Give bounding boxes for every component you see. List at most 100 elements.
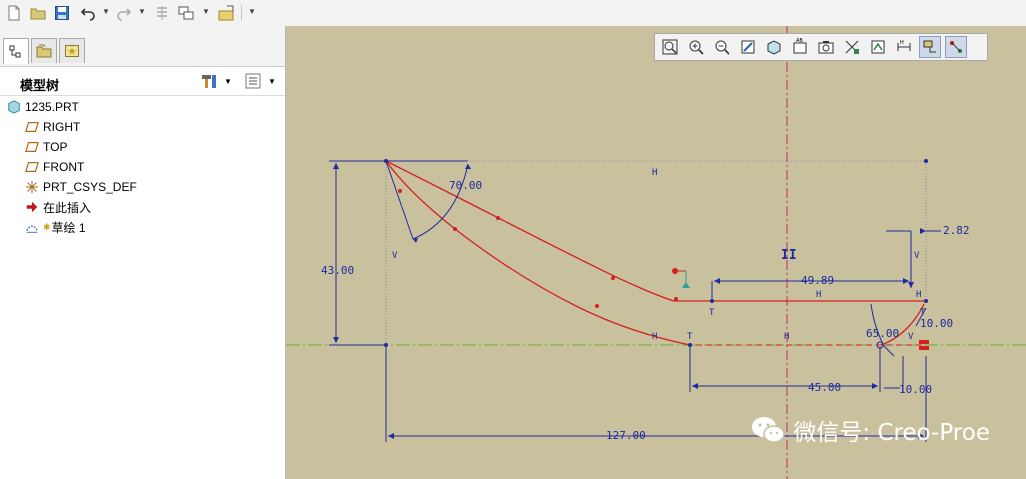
arrow <box>388 433 394 439</box>
tree-item-label: 草绘 1 <box>51 220 86 235</box>
redo-icon[interactable] <box>114 3 134 23</box>
tree-item-label: 1235.PRT <box>25 100 79 114</box>
vertex-display-icon[interactable] <box>945 36 967 58</box>
dimension-70[interactable]: 70.00 <box>449 179 482 192</box>
spline-point <box>611 276 615 280</box>
saved-orientations-icon[interactable]: AB <box>789 36 811 58</box>
tree-item-label: 在此插入 <box>43 200 92 215</box>
datum-display-icon[interactable] <box>841 36 863 58</box>
tab-folder-browser[interactable] <box>31 38 57 63</box>
dimension-49.89[interactable]: 49.89 <box>801 274 834 287</box>
view-manager-icon[interactable] <box>815 36 837 58</box>
arrow <box>333 337 339 343</box>
constraint-tangent: T <box>709 308 715 318</box>
display-style-icon[interactable] <box>763 36 785 58</box>
tree-item-front[interactable]: FRONT <box>24 158 84 176</box>
dimension-10-radius[interactable]: 10.00 <box>920 317 953 330</box>
tab-model-tree[interactable] <box>3 38 29 64</box>
datum-plane-icon <box>24 139 40 155</box>
dimension-65[interactable]: 65.00 <box>866 327 899 340</box>
spline-point <box>453 227 457 231</box>
arrow <box>908 282 914 288</box>
dimension-43[interactable]: 43.00 <box>321 264 354 277</box>
constraint-vertical: V <box>392 251 398 261</box>
constraint-horizontal: H <box>652 332 657 342</box>
chevron-down-icon: ▼ <box>224 76 232 86</box>
constraint-tangent: T <box>687 332 693 342</box>
customize-toolbar-icon[interactable]: ▼ <box>248 8 256 16</box>
folder-browser-icon <box>36 44 52 58</box>
undo-dropdown-icon[interactable]: ▼ <box>102 8 110 16</box>
svg-text:AB: AB <box>796 38 803 44</box>
tree-item-top[interactable]: TOP <box>24 138 67 156</box>
tree-item-sketch[interactable]: ✱ 草绘 1 <box>24 218 86 236</box>
spline-point <box>496 216 500 220</box>
windows-dropdown-icon[interactable]: ▼ <box>202 8 210 16</box>
dimension-10-small[interactable]: 10.00 <box>899 383 932 396</box>
vertex-point <box>384 343 388 347</box>
arrow <box>333 163 339 169</box>
constraint-horizontal: H <box>916 290 921 300</box>
navigator-panel: 模型树 ▼ ▼ 1235.PRT RIGHT TOP FRONT PRT_CSY… <box>0 26 286 479</box>
dimension-127[interactable]: 127.00 <box>606 429 646 442</box>
model-tree-header: 模型树 ▼ ▼ <box>0 67 285 96</box>
open-folder-icon[interactable] <box>28 3 48 23</box>
tree-item-part[interactable]: 1235.PRT <box>6 98 79 116</box>
sketch-view-icon[interactable] <box>867 36 889 58</box>
zoom-in-icon[interactable] <box>685 36 707 58</box>
graphics-area[interactable]: 70.00 43.00 2.82 49.89 65.00 10.00 45.00… <box>286 26 1026 479</box>
model-tree-title: 模型树 <box>20 78 60 93</box>
vertex-point <box>384 159 388 163</box>
angle-arc-70 <box>412 163 469 240</box>
undo-icon[interactable] <box>78 3 98 23</box>
sketch-icon <box>24 219 40 235</box>
vertex-point <box>924 299 928 303</box>
dimension-45[interactable]: 45.00 <box>808 381 841 394</box>
datum-plane-icon <box>24 119 40 135</box>
dimension-display-icon[interactable]: H <box>893 36 915 58</box>
hammer-settings-icon <box>202 75 216 88</box>
save-icon[interactable] <box>52 3 72 23</box>
list-icon <box>245 73 261 89</box>
vertex-point <box>924 159 928 163</box>
arrow <box>920 228 926 234</box>
show-button[interactable]: ▼ <box>244 71 276 91</box>
tree-item-csys[interactable]: PRT_CSYS_DEF <box>24 178 137 196</box>
navigator-tabs <box>0 26 285 67</box>
refit-icon[interactable] <box>659 36 681 58</box>
wechat-logo-icon <box>752 417 786 443</box>
arrow <box>714 278 720 284</box>
watermark-text: 微信号: Creo-Proe <box>793 420 990 446</box>
constraint-display-icon[interactable] <box>919 36 941 58</box>
sketch-marker <box>919 340 929 344</box>
arrow <box>465 164 471 169</box>
new-file-icon[interactable] <box>4 3 24 23</box>
part-icon <box>6 99 22 115</box>
constraint-horizontal: H <box>784 332 789 342</box>
quick-access-toolbar: ▼ ▼ ▼ ▼ <box>0 0 1026 27</box>
dimension-2.82[interactable]: 2.82 <box>943 224 970 237</box>
tree-item-right[interactable]: RIGHT <box>24 118 80 136</box>
vertex-point <box>688 343 692 347</box>
tree-item-insert-here[interactable]: 在此插入 <box>24 198 91 216</box>
tab-favorites[interactable] <box>59 38 85 63</box>
repaint-icon[interactable] <box>737 36 759 58</box>
lower-spline-curve <box>385 160 691 346</box>
chevron-down-icon: ▼ <box>268 76 276 86</box>
spline-point <box>398 189 402 193</box>
arrow <box>692 383 698 389</box>
constraint-tangent: T <box>920 308 926 318</box>
regenerate-icon[interactable] <box>152 3 172 23</box>
settings-button[interactable]: ▼ <box>200 71 232 91</box>
svg-text:H: H <box>900 40 904 46</box>
redo-dropdown-icon[interactable]: ▼ <box>138 8 146 16</box>
close-window-icon[interactable] <box>216 3 236 23</box>
tree-item-label: RIGHT <box>43 120 81 134</box>
spline-point <box>595 304 599 308</box>
spline-points <box>398 189 678 308</box>
sketch-canvas[interactable]: 70.00 43.00 2.82 49.89 65.00 10.00 45.00… <box>286 26 1026 479</box>
windows-icon[interactable] <box>176 3 196 23</box>
zoom-out-icon[interactable] <box>711 36 733 58</box>
arrow <box>903 278 909 284</box>
new-feature-star-icon: ✱ <box>43 221 51 232</box>
